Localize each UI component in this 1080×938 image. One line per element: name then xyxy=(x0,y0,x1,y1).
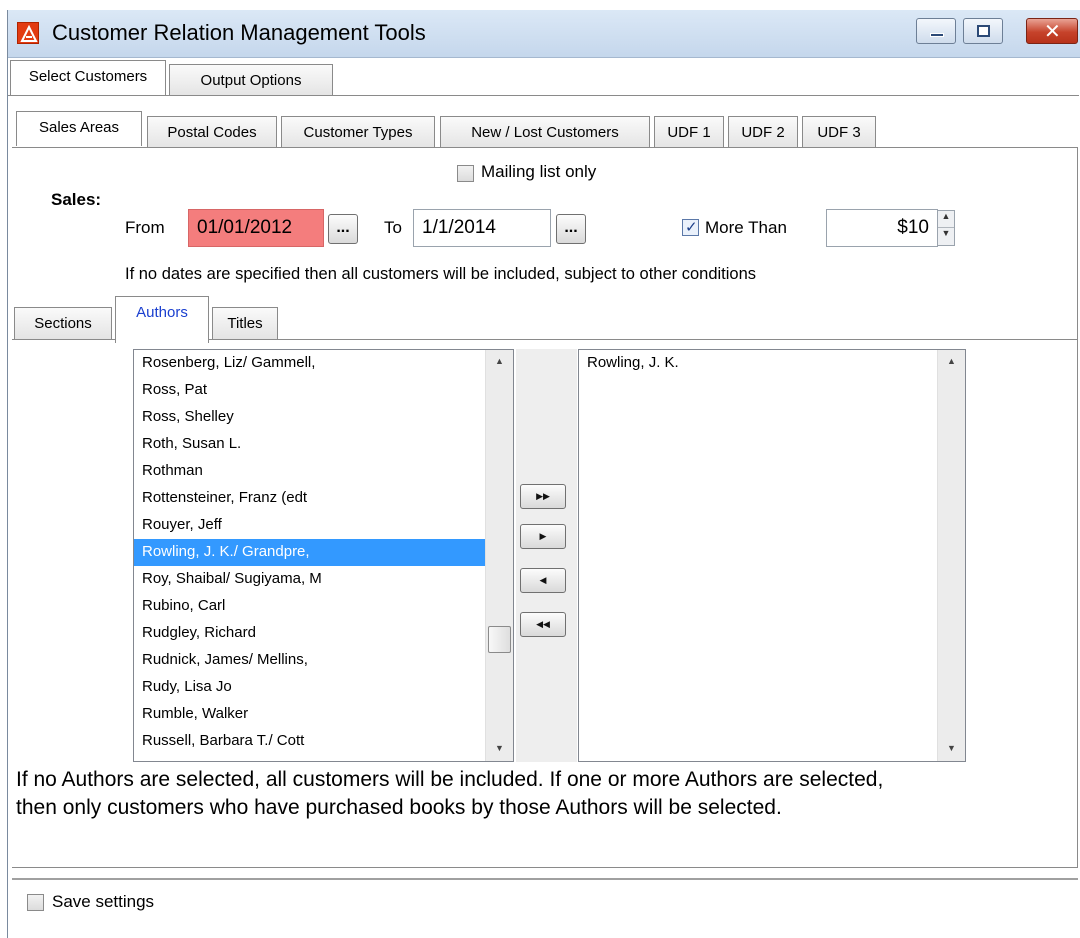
save-settings-label: Save settings xyxy=(52,892,155,911)
mailing-list-label: Mailing list only xyxy=(481,162,597,181)
author-list-item[interactable]: Rudnick, James/ Mellins, xyxy=(134,647,486,674)
scroll-up-icon[interactable]: ▲ xyxy=(938,350,965,374)
scroll-down-icon[interactable]: ▼ xyxy=(938,737,965,761)
double-right-arrow-icon: ▶▶ xyxy=(536,491,550,501)
author-list-item[interactable]: Rumble, Walker xyxy=(134,701,486,728)
mailing-list-checkbox[interactable] xyxy=(457,165,474,182)
double-left-arrow-icon: ◀◀ xyxy=(536,619,550,629)
tab-new-lost-customers[interactable]: New / Lost Customers xyxy=(440,116,650,148)
minimize-button[interactable] xyxy=(916,18,956,44)
crm-window: Customer Relation Management Tools ✕ Sel… xyxy=(7,10,1080,938)
scroll-up-icon[interactable]: ▲ xyxy=(486,350,513,374)
tab-customer-types[interactable]: Customer Types xyxy=(281,116,435,148)
tab-udf-3[interactable]: UDF 3 xyxy=(802,116,876,148)
sub-tab-divider xyxy=(12,147,1078,148)
panel-right-border xyxy=(1077,147,1078,352)
window-title: Customer Relation Management Tools xyxy=(52,20,426,45)
available-authors-items: Rosenberg, Liz/ Gammell, Ross, Pat Ross, S… xyxy=(134,350,513,755)
author-list-item[interactable]: Ross, Shelley xyxy=(134,404,486,431)
from-date-picker-button[interactable]: ... xyxy=(328,214,358,244)
tab-postal-codes[interactable]: Postal Codes xyxy=(147,116,277,148)
scroll-down-icon[interactable]: ▼ xyxy=(486,737,513,761)
tab-titles[interactable]: Titles xyxy=(212,307,278,339)
author-list-item[interactable]: Rouyer, Jeff xyxy=(134,512,486,539)
to-label: To xyxy=(384,218,402,237)
checkmark-icon: ✓ xyxy=(685,219,698,236)
more-than-label: More Than xyxy=(705,218,787,237)
move-all-right-button[interactable]: ▶▶ xyxy=(520,484,566,509)
move-right-button[interactable]: ▶ xyxy=(520,524,566,549)
author-list-item[interactable]: Roy, Shaibal/ Sugiyama, M xyxy=(134,566,486,593)
author-list-item[interactable]: Rottensteiner, Franz (edt xyxy=(134,485,486,512)
tab-sales-areas[interactable]: Sales Areas xyxy=(16,111,142,146)
author-list-item[interactable]: Russell, Barbara T./ Cott xyxy=(134,728,486,755)
tab-udf-1[interactable]: UDF 1 xyxy=(654,116,724,148)
spin-down-icon[interactable]: ▼ xyxy=(938,228,954,245)
chosen-authors-scrollbar[interactable]: ▲ ▼ xyxy=(937,350,965,761)
dates-note: If no dates are specified then all custo… xyxy=(125,265,757,283)
close-icon: ✕ xyxy=(1044,21,1061,43)
author-list-item[interactable]: Ross, Pat xyxy=(134,377,486,404)
available-authors-list[interactable]: Rosenberg, Liz/ Gammell, Ross, Pat Ross, S… xyxy=(133,349,514,762)
scroll-thumb[interactable] xyxy=(488,626,511,653)
maximize-icon xyxy=(977,25,990,37)
save-settings-checkbox[interactable] xyxy=(27,894,44,911)
spin-up-icon[interactable]: ▲ xyxy=(938,211,954,228)
author-list-item[interactable]: Rudgley, Richard xyxy=(134,620,486,647)
sales-label: Sales: xyxy=(51,190,102,209)
from-label: From xyxy=(125,218,165,237)
move-buttons-strip xyxy=(516,349,577,762)
author-list-item[interactable]: Rowling, J. K./ Grandpre, xyxy=(134,539,486,566)
amount-field[interactable]: $10 xyxy=(826,209,938,247)
available-authors-scrollbar[interactable]: ▲ ▼ xyxy=(485,350,513,761)
right-arrow-icon: ▶ xyxy=(539,531,547,541)
title-bar[interactable]: Customer Relation Management Tools ✕ xyxy=(8,10,1080,58)
minimize-icon xyxy=(930,33,944,37)
from-date-field[interactable]: 01/01/2012 xyxy=(188,209,324,247)
tab-sections[interactable]: Sections xyxy=(14,307,112,339)
author-list-item[interactable]: Roth, Susan L. xyxy=(134,431,486,458)
tab-udf-2[interactable]: UDF 2 xyxy=(728,116,798,148)
to-date-picker-button[interactable]: ... xyxy=(556,214,586,244)
amount-spinner[interactable]: ▲ ▼ xyxy=(937,210,955,246)
authors-note-line-1: If no Authors are selected, all customer… xyxy=(16,768,884,791)
author-list-item[interactable]: Rudy, Lisa Jo xyxy=(134,674,486,701)
more-than-checkbox[interactable]: ✓ xyxy=(682,219,699,236)
tab-authors[interactable]: Authors xyxy=(115,296,209,343)
bottom-separator xyxy=(12,878,1078,880)
move-left-button[interactable]: ◀ xyxy=(520,568,566,593)
tab-select-customers[interactable]: Select Customers xyxy=(10,60,166,95)
app-logo-icon xyxy=(17,22,39,44)
inner-panel-bottom-border xyxy=(12,867,1078,868)
inner-panel-right-border xyxy=(1077,339,1078,868)
to-date-field[interactable]: 1/1/2014 xyxy=(413,209,551,247)
chosen-author-item[interactable]: Rowling, J. K. xyxy=(579,350,965,377)
author-list-item[interactable]: Rosenberg, Liz/ Gammell, xyxy=(134,350,486,377)
left-arrow-icon: ◀ xyxy=(539,575,547,585)
authors-note-line-2: then only customers who have purchased b… xyxy=(16,796,782,819)
chosen-authors-list[interactable]: Rowling, J. K. ▲ ▼ xyxy=(578,349,966,762)
close-button[interactable]: ✕ xyxy=(1026,18,1078,44)
author-list-item[interactable]: Rubino, Carl xyxy=(134,593,486,620)
top-tab-divider xyxy=(8,95,1079,96)
maximize-button[interactable] xyxy=(963,18,1003,44)
author-list-item[interactable]: Rothman xyxy=(134,458,486,485)
tab-output-options[interactable]: Output Options xyxy=(169,64,333,96)
move-all-left-button[interactable]: ◀◀ xyxy=(520,612,566,637)
chosen-authors-items: Rowling, J. K. xyxy=(579,350,965,377)
